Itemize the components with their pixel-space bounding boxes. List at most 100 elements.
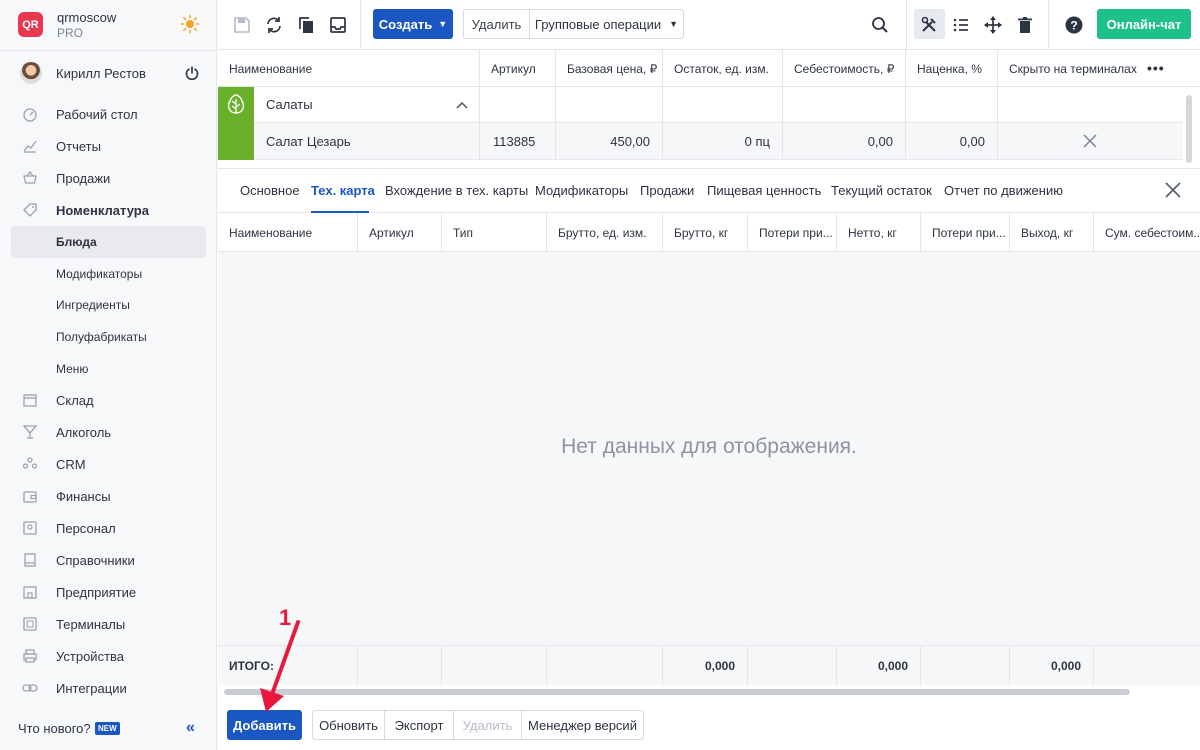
tab-modifiers[interactable]: Модификаторы [535,183,628,198]
table-row[interactable]: Салаты [218,87,1183,123]
tab-current-stock[interactable]: Текущий остаток [831,183,932,198]
dish-stock-cell: 0 пц [663,123,783,159]
export-button[interactable]: Экспорт [384,710,454,740]
move-icon[interactable] [983,15,1003,35]
sidebar-item-sales[interactable]: Продажи [0,162,217,194]
vertical-scrollbar[interactable] [1186,95,1192,163]
more-options-icon[interactable]: ••• [1147,60,1165,76]
sidebar-item-staff[interactable]: Персонал [0,512,217,544]
column-header[interactable]: Нетто, кг [837,213,921,251]
column-header[interactable]: Артикул [480,50,556,87]
sidebar-item-devices[interactable]: Устройства [0,640,217,672]
column-header[interactable]: Базовая цена, ₽ [556,50,663,87]
tab-nutrition[interactable]: Пищевая ценность [707,183,821,198]
chevron-up-icon[interactable] [456,101,468,109]
sidebar-item-label: Терминалы [56,616,126,632]
whats-new[interactable]: Что нового? NEW « [0,712,217,744]
sidebar-item-label: CRM [56,456,86,472]
brand-name: qrmoscow [57,10,117,25]
tab-tech-card[interactable]: Тех. карта [311,183,375,198]
sidebar-subitem-label: Блюда [56,234,97,249]
delete-row-button-label: Удалить [462,717,513,733]
annotation-arrow-icon [260,620,300,712]
sidebar-item-label: Устройства [56,648,125,664]
sidebar-item-enterprise[interactable]: Предприятие [0,576,217,608]
refresh-icon[interactable] [264,15,284,35]
delete-row-button[interactable]: Удалить [453,710,522,740]
brand-plan: PRO [57,26,84,40]
tab-tech-card-inclusion[interactable]: Вхождение в тех. карты [385,183,528,198]
grid-cell [748,646,837,686]
sidebar-item-terminals[interactable]: Терминалы [0,608,217,640]
create-button-label: Создать [378,16,433,32]
column-header[interactable]: Наценка, % [906,50,998,87]
grid-cell [556,87,663,122]
column-header[interactable]: Выход, кг [1010,213,1094,251]
tab-sales[interactable]: Продажи [640,183,694,198]
column-header[interactable]: Тип [442,213,547,251]
salad-leaf-icon [227,94,245,114]
trash-icon[interactable] [1015,15,1035,35]
column-header[interactable]: Брутто, кг [663,213,748,251]
refresh-button[interactable]: Обновить [312,710,385,740]
sidebar-item-finance[interactable]: Финансы [0,480,217,512]
inbox-icon[interactable] [328,15,348,35]
column-header[interactable]: Остаток, ед. изм. [663,50,783,87]
delete-button[interactable]: Удалить [463,9,530,39]
sidebar-item-alcohol[interactable]: Алкоголь [0,416,217,448]
export-button-label: Экспорт [394,717,444,733]
theme-toggle-icon[interactable] [180,14,200,34]
column-header[interactable]: Потери при... [748,213,837,251]
column-header[interactable]: Потери при... [921,213,1010,251]
version-manager-button[interactable]: Менеджер версий [521,710,644,740]
collapse-sidebar-icon[interactable]: « [186,719,195,737]
sidebar-subitem-dishes[interactable]: Блюда [11,226,206,258]
hidden-on-terminals-cell [998,123,1181,159]
dish-price-cell: 450,00 [556,123,663,159]
table-row[interactable]: Салат Цезарь 113885 450,00 0 пц 0,00 0,0… [218,123,1183,160]
caret-down-icon: ▼ [438,19,448,29]
sidebar-item-label: Номенклатура [56,202,149,218]
avatar [20,62,42,84]
glass-icon [22,425,38,440]
sidebar-item-references[interactable]: Справочники [0,544,217,576]
copy-icon[interactable] [296,15,316,35]
power-icon[interactable] [184,65,200,81]
save-icon[interactable] [232,15,252,35]
tools-icon[interactable] [919,15,939,35]
sidebar-item-integrations[interactable]: Интеграции [0,672,217,704]
sidebar-item-reports[interactable]: Отчеты [0,130,217,162]
sidebar-subitem-ingredients[interactable]: Ингредиенты [0,289,217,321]
brand-header[interactable]: QR qrmoscow PRO [0,0,217,50]
sidebar-item-label: Финансы [56,488,111,504]
sidebar-subitem-modifiers[interactable]: Модификаторы [0,258,217,290]
box-icon [23,394,37,408]
whats-new-label[interactable]: Что нового? [18,721,91,736]
sidebar-item-nomenclature[interactable]: Номенклатура [0,194,217,226]
dish-name-cell: Салат Цезарь [254,123,480,159]
help-icon[interactable]: ? [1064,15,1084,35]
create-button[interactable]: Создать ▼ [373,9,453,39]
sidebar-item-crm[interactable]: CRM [0,448,217,480]
column-header[interactable]: Артикул [358,213,442,251]
caret-down-icon: ▼ [669,19,679,29]
column-header[interactable]: Себестоимость, ₽ [783,50,906,87]
user-profile[interactable]: Кирилл Рестов [0,58,217,90]
search-icon[interactable] [870,15,890,35]
column-header[interactable]: Сум. себестоим... [1094,213,1200,251]
column-header[interactable]: Наименование [218,50,480,87]
tab-basic[interactable]: Основное [240,183,300,198]
tech-card-grid-header: Наименование Артикул Тип Брутто, ед. изм… [218,213,1200,252]
horizontal-scrollbar[interactable] [224,689,1130,695]
list-icon[interactable] [951,15,971,35]
column-header[interactable]: Наименование [218,213,358,251]
sidebar-subitem-semi-finished[interactable]: Полуфабрикаты [0,321,217,353]
sidebar-subitem-menu[interactable]: Меню [0,353,217,385]
online-chat-button[interactable]: Онлайн-чат [1097,9,1191,39]
tab-movement-report[interactable]: Отчет по движению [944,183,1063,198]
sidebar-item-dashboard[interactable]: Рабочий стол [0,98,217,130]
column-header[interactable]: Брутто, ед. изм. [547,213,663,251]
sidebar-item-warehouse[interactable]: Склад [0,384,217,416]
close-icon[interactable] [1164,181,1182,199]
group-operations-dropdown[interactable]: Групповые операции ▼ [529,9,684,39]
